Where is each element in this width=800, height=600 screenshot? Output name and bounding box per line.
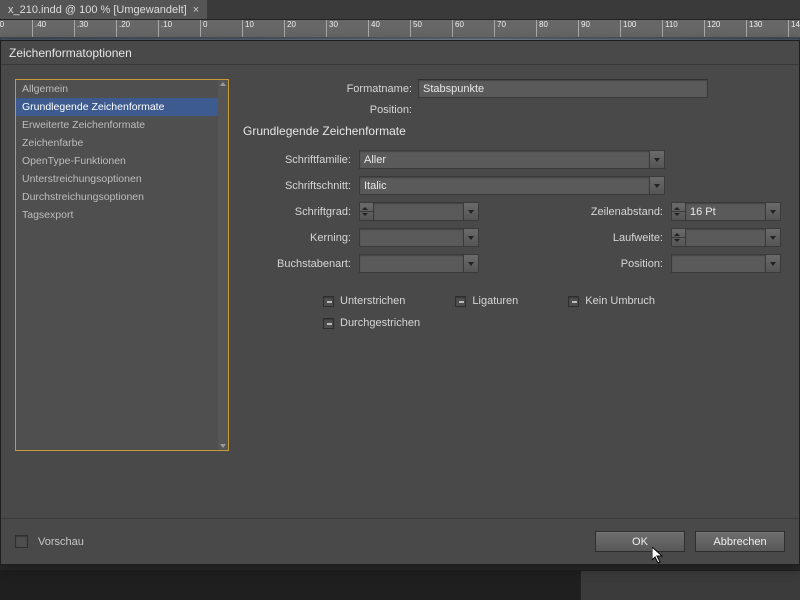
tracking-field[interactable] — [671, 228, 781, 247]
sidebar: AllgemeinGrundlegende ZeichenformateErwe… — [15, 79, 229, 451]
sidebar-item[interactable]: OpenType-Funktionen — [16, 152, 218, 170]
font-style-combo[interactable]: Italic — [359, 176, 665, 195]
tristate-icon — [568, 296, 579, 307]
ruler-tick: 10 — [242, 20, 254, 37]
kerning-combo[interactable] — [359, 228, 479, 247]
nobreak-label: Kein Umbruch — [585, 295, 655, 307]
dialog-footer: Vorschau OK Abbrechen — [1, 518, 799, 564]
position2-value — [671, 254, 765, 273]
ruler-tick: .10 — [158, 20, 172, 37]
ruler-tick: .20 — [116, 20, 130, 37]
document-tab-bar: x_210.indd @ 100 % [Umgewandelt] × — [0, 0, 800, 20]
position-label: Position: — [243, 104, 418, 116]
sidebar-item[interactable]: Allgemein — [16, 80, 218, 98]
document-tab-label: x_210.indd @ 100 % [Umgewandelt] — [8, 4, 187, 16]
font-style-value: Italic — [359, 176, 649, 195]
strikethrough-tristate[interactable]: Durchgestrichen — [323, 317, 420, 329]
ruler-tick: .30 — [74, 20, 88, 37]
font-size-field[interactable] — [359, 202, 479, 221]
cancel-button[interactable]: Abbrechen — [695, 531, 785, 552]
ruler-tick: 130 — [746, 20, 762, 37]
underline-tristate[interactable]: Unterstrichen — [323, 295, 405, 307]
ruler-tick: 120 — [704, 20, 720, 37]
ruler-tick: 60 — [452, 20, 464, 37]
chevron-down-icon[interactable] — [649, 176, 665, 195]
dialog-title-text: Zeichenformatoptionen — [9, 46, 132, 60]
leading-field[interactable]: 16 Pt — [671, 202, 781, 221]
case-combo[interactable] — [359, 254, 479, 273]
sidebar-scrollbar[interactable] — [218, 80, 228, 450]
kerning-value — [359, 228, 463, 247]
ruler-tick: 90 — [578, 20, 590, 37]
case-label: Buchstabenart: — [243, 258, 353, 270]
stepper-icon[interactable] — [671, 202, 685, 221]
ok-button[interactable]: OK — [595, 531, 685, 552]
sidebar-item[interactable]: Zeichenfarbe — [16, 134, 218, 152]
dialog-title: Zeichenformatoptionen — [1, 41, 799, 65]
sidebar-item[interactable]: Durchstreichungsoptionen — [16, 188, 218, 206]
ruler-tick: 30 — [326, 20, 338, 37]
preview-checkbox[interactable] — [15, 535, 28, 548]
underline-label: Unterstrichen — [340, 295, 405, 307]
ligatures-label: Ligaturen — [472, 295, 518, 307]
character-style-options-dialog: Zeichenformatoptionen AllgemeinGrundlege… — [0, 40, 800, 565]
tristate-icon — [323, 318, 334, 329]
kerning-label: Kerning: — [243, 232, 353, 244]
horizontal-ruler: .50 .40 .30 .20 .10 0 10 20 30 40 50 60 70 80 90 100 110… — [0, 20, 800, 38]
position2-label: Position: — [555, 258, 665, 270]
format-name-label: Formatname: — [243, 83, 418, 95]
tracking-label: Laufweite: — [555, 232, 665, 244]
chevron-down-icon[interactable] — [649, 150, 665, 169]
font-family-label: Schriftfamilie: — [243, 154, 353, 166]
ruler-tick: .40 — [32, 20, 46, 37]
leading-label: Zeilenabstand: — [555, 206, 665, 218]
ligatures-tristate[interactable]: Ligaturen — [455, 295, 518, 307]
sidebar-item[interactable]: Grundlegende Zeichenformate — [16, 98, 218, 116]
ruler-tick: 0 — [200, 20, 207, 37]
font-size-value — [373, 202, 463, 221]
chevron-down-icon[interactable] — [463, 202, 479, 221]
ruler-tick: 80 — [536, 20, 548, 37]
strikethrough-label: Durchgestrichen — [340, 317, 420, 329]
stepper-icon[interactable] — [359, 202, 373, 221]
nobreak-tristate[interactable]: Kein Umbruch — [568, 295, 655, 307]
document-tab[interactable]: x_210.indd @ 100 % [Umgewandelt] × — [0, 0, 207, 19]
sidebar-item[interactable]: Erweiterte Zeichenformate — [16, 116, 218, 134]
position2-combo[interactable] — [671, 254, 781, 273]
ruler-tick: 50 — [410, 20, 422, 37]
sidebar-item[interactable]: Unterstreichungsoptionen — [16, 170, 218, 188]
side-panel — [580, 570, 800, 600]
ruler-tick: 110 — [662, 20, 678, 37]
ruler-tick: .50 — [0, 20, 4, 37]
sidebar-item[interactable]: Tagsexport — [16, 206, 218, 224]
font-style-label: Schriftschnitt: — [243, 180, 353, 192]
tracking-value — [685, 228, 765, 247]
chevron-down-icon[interactable] — [463, 228, 479, 247]
chevron-down-icon[interactable] — [765, 254, 781, 273]
chevron-down-icon[interactable] — [765, 228, 781, 247]
tristate-icon — [323, 296, 334, 307]
stepper-icon[interactable] — [671, 228, 685, 247]
format-name-input[interactable] — [418, 79, 708, 98]
ruler-tick: 140 — [788, 20, 800, 37]
font-family-combo[interactable]: Aller — [359, 150, 665, 169]
ruler-tick: 70 — [494, 20, 506, 37]
ruler-tick: 100 — [620, 20, 636, 37]
font-size-label: Schriftgrad: — [243, 206, 353, 218]
ruler-tick: 40 — [368, 20, 380, 37]
panel-main: Formatname: Position: Grundlegende Zeich… — [239, 79, 785, 518]
chevron-down-icon[interactable] — [765, 202, 781, 221]
case-value — [359, 254, 463, 273]
close-icon[interactable]: × — [193, 4, 199, 16]
tristate-icon — [455, 296, 466, 307]
preview-label: Vorschau — [38, 536, 84, 548]
font-family-value: Aller — [359, 150, 649, 169]
leading-value: 16 Pt — [685, 202, 765, 221]
section-title: Grundlegende Zeichenformate — [243, 120, 781, 150]
ruler-tick: 20 — [284, 20, 296, 37]
chevron-down-icon[interactable] — [463, 254, 479, 273]
